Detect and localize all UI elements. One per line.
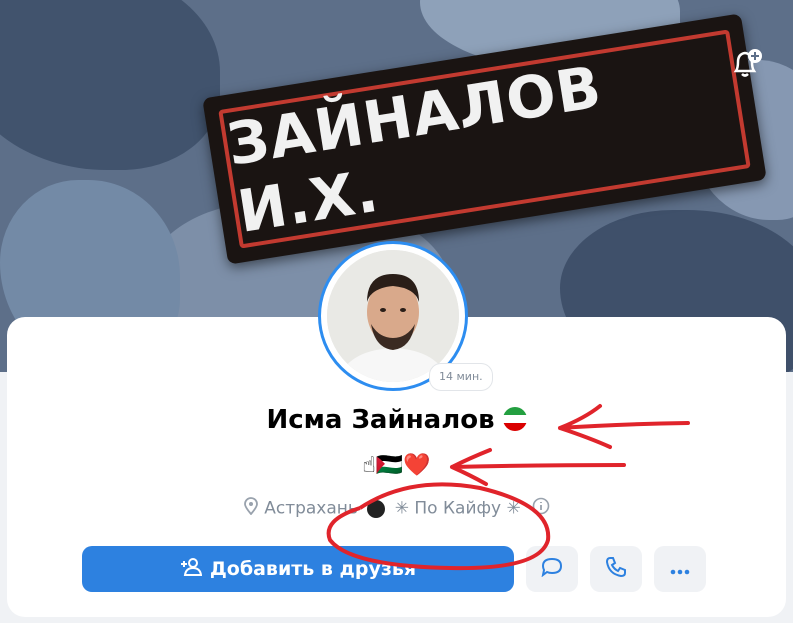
profile-name: Исма Зайналов	[0, 405, 793, 435]
more-icon	[669, 560, 691, 579]
iran-flag-icon	[502, 407, 527, 431]
last-seen-badge: 14 мин.	[430, 364, 492, 390]
add-user-icon	[180, 557, 203, 582]
bell-plus-icon[interactable]	[724, 42, 768, 86]
sparkle-icon: ✳	[506, 498, 521, 519]
sparkle-icon: ✳	[394, 498, 409, 519]
call-button[interactable]	[590, 546, 642, 592]
cake-icon	[367, 499, 386, 518]
relation-label: По Кайфу	[414, 498, 502, 519]
profile-info-row: Астрахань ✳ По Кайфу ✳	[0, 497, 793, 520]
add-friend-button[interactable]: Добавить в друзья	[82, 546, 514, 592]
more-button[interactable]	[654, 546, 706, 592]
message-button[interactable]	[526, 546, 578, 592]
message-icon	[541, 557, 563, 581]
city-label: Астрахань	[264, 498, 358, 519]
info-icon[interactable]	[532, 497, 550, 520]
profile-status: ☝🇵🇸❤️	[362, 453, 431, 478]
add-friend-label: Добавить в друзья	[209, 558, 417, 580]
phone-icon	[605, 556, 627, 582]
profile-name-text: Исма Зайналов	[266, 405, 495, 435]
location-icon	[243, 497, 259, 520]
